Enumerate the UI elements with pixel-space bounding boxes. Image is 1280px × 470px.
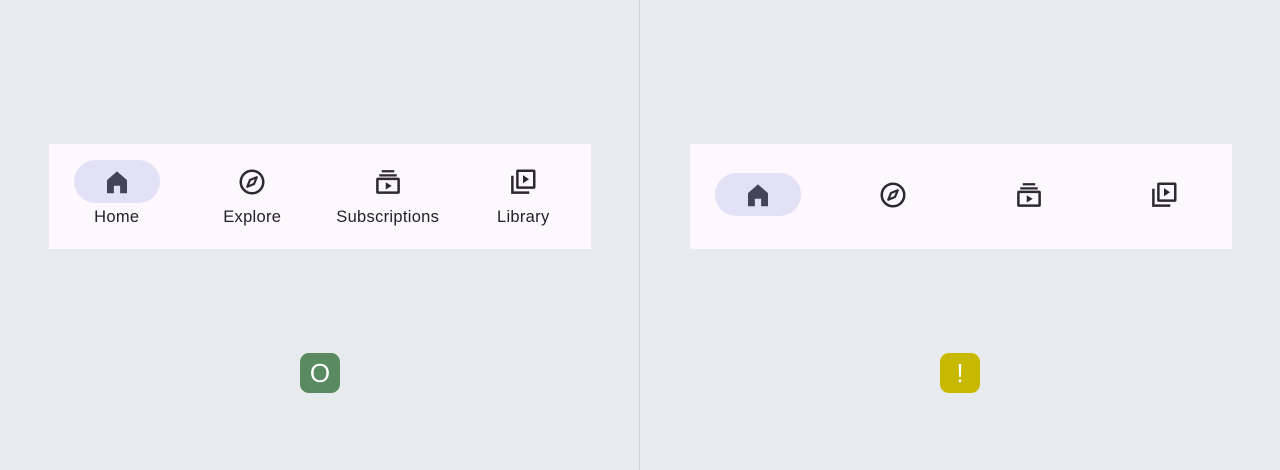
nav-item-library[interactable]: Library bbox=[456, 144, 592, 249]
home-icon bbox=[743, 180, 773, 210]
indicator-slot bbox=[850, 173, 936, 216]
good-example-badge: O bbox=[300, 353, 340, 393]
indicator-slot bbox=[209, 160, 295, 203]
warning-example-badge: ! bbox=[940, 353, 980, 393]
nav-item-explore[interactable]: Explore bbox=[185, 144, 321, 249]
comparison-canvas: Home Explore Subscriptions Library O ! bbox=[0, 0, 1280, 470]
nav-label-explore: Explore bbox=[223, 208, 282, 226]
nav-item-subscriptions[interactable] bbox=[961, 144, 1097, 249]
indicator-slot bbox=[345, 160, 431, 203]
home-icon bbox=[102, 167, 132, 197]
video-library-icon bbox=[1149, 180, 1179, 210]
video-library-icon bbox=[508, 167, 538, 197]
navigation-bar-icons-only bbox=[690, 144, 1232, 249]
nav-item-explore[interactable] bbox=[826, 144, 962, 249]
nav-item-home[interactable] bbox=[690, 144, 826, 249]
indicator-slot bbox=[480, 160, 566, 203]
subscriptions-icon bbox=[1014, 180, 1044, 210]
panel-divider bbox=[639, 0, 640, 470]
compass-icon bbox=[237, 167, 267, 197]
nav-item-library[interactable] bbox=[1097, 144, 1233, 249]
subscriptions-icon bbox=[373, 167, 403, 197]
nav-item-home[interactable]: Home bbox=[49, 144, 185, 249]
indicator-slot bbox=[986, 173, 1072, 216]
nav-label-subscriptions: Subscriptions bbox=[336, 208, 440, 226]
nav-label-library: Library bbox=[496, 208, 550, 226]
navigation-bar-with-labels: Home Explore Subscriptions Library bbox=[49, 144, 591, 249]
nav-item-subscriptions[interactable]: Subscriptions bbox=[320, 144, 456, 249]
indicator-slot bbox=[1121, 173, 1207, 216]
active-indicator bbox=[714, 173, 801, 216]
nav-label-home: Home bbox=[94, 208, 140, 226]
active-indicator bbox=[73, 160, 160, 203]
compass-icon bbox=[878, 180, 908, 210]
